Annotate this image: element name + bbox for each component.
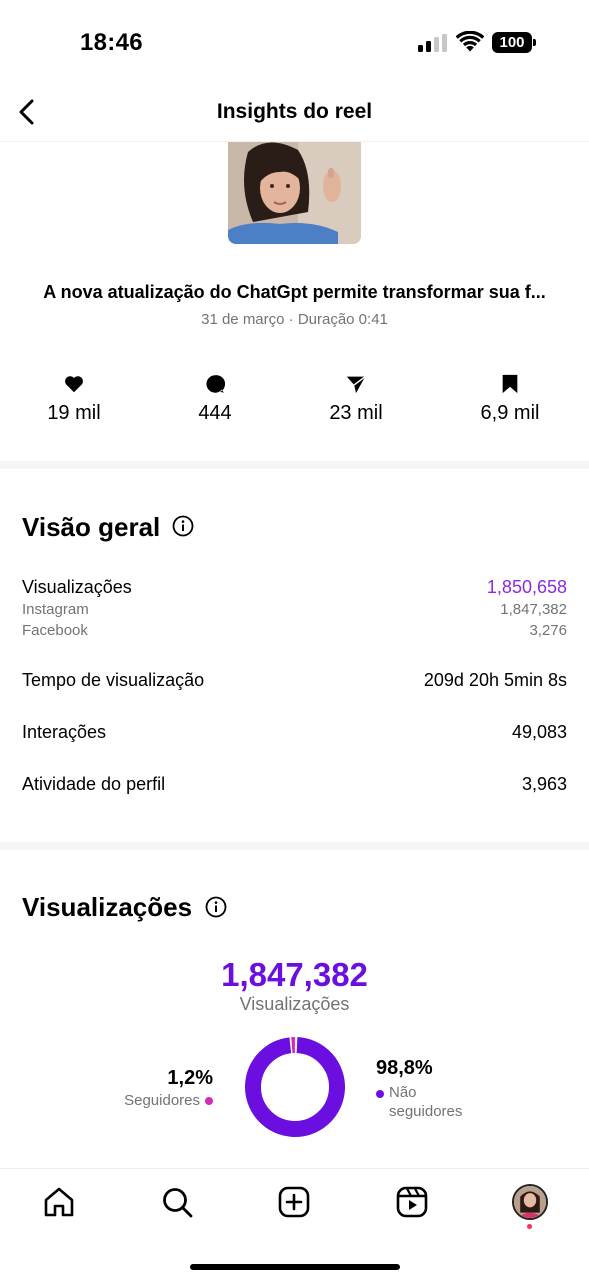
followers-donut-chart	[245, 1037, 345, 1137]
overview-title: Visão geral	[22, 512, 161, 542]
saves-stat: 6,9 mil	[455, 372, 565, 425]
section-divider	[0, 842, 589, 850]
watch-time-label: Tempo de visualização	[22, 670, 205, 690]
cellular-signal-icon	[418, 34, 448, 52]
reel-caption: A nova atualização do ChatGpt permite tr…	[43, 282, 546, 302]
saves-count: 6,9 mil	[480, 402, 540, 424]
reel-meta: 31 de março · Duração 0:41	[201, 311, 388, 328]
facebook-label: Facebook	[22, 622, 88, 639]
profile-activity-label[interactable]: Atividade do perfil	[22, 774, 165, 795]
notification-dot	[527, 1224, 532, 1229]
interactions-label[interactable]: Interações	[22, 722, 106, 743]
paper-plane-icon	[346, 376, 366, 394]
reel-thumbnail[interactable]	[228, 142, 361, 244]
battery-level: 100	[492, 32, 532, 53]
non-followers-label-line1: Não	[389, 1084, 417, 1101]
create-plus-icon[interactable]	[277, 1185, 311, 1219]
comments-stat: 444	[160, 372, 270, 425]
instagram-value: 1,847,382	[500, 601, 567, 618]
instagram-label: Instagram	[22, 601, 89, 618]
non-followers-percent: 98,8%	[376, 1057, 433, 1079]
bottom-tab-bar	[0, 1168, 589, 1280]
non-followers-legend: Não seguidores	[376, 1083, 462, 1121]
status-bar: 18:46 100	[0, 0, 589, 80]
non-followers-dot	[376, 1090, 384, 1098]
shares-stat: 23 mil	[301, 372, 411, 425]
followers-label: Seguidores	[124, 1092, 200, 1109]
views-total: 1,847,382	[221, 956, 368, 993]
followers-legend: Seguidores	[124, 1092, 213, 1109]
non-followers-label: Não seguidores	[389, 1083, 462, 1121]
search-icon[interactable]	[160, 1185, 194, 1219]
facebook-value: 3,276	[529, 622, 567, 639]
top-app-bar: Insights do reel	[0, 80, 589, 142]
comment-bubble-icon	[206, 375, 226, 393]
followers-percent: 1,2%	[167, 1067, 213, 1089]
page-title: Insights do reel	[216, 100, 373, 123]
likes-stat: 19 mil	[19, 372, 129, 425]
bookmark-icon	[502, 374, 518, 394]
info-circle-icon[interactable]	[205, 896, 227, 918]
battery-icon: 100	[492, 32, 536, 53]
views-label: Visualizações	[22, 577, 132, 597]
interactions-value: 49,083	[511, 722, 567, 742]
views-value: 1,850,658	[486, 577, 567, 597]
status-time: 18:46	[80, 29, 143, 56]
non-followers-label-line2: seguidores	[389, 1103, 463, 1120]
home-indicator	[190, 1264, 400, 1270]
likes-count: 19 mil	[47, 402, 101, 424]
section-divider	[0, 461, 589, 469]
info-circle-icon[interactable]	[172, 515, 194, 537]
profile-avatar[interactable]	[512, 1184, 548, 1220]
comments-count: 444	[198, 402, 232, 424]
views-section-title: Visualizações	[22, 892, 193, 922]
reels-icon[interactable]	[395, 1185, 429, 1219]
home-icon[interactable]	[42, 1185, 76, 1219]
non-followers-ring	[245, 1037, 345, 1137]
followers-dot	[205, 1096, 213, 1105]
heart-icon	[65, 376, 83, 393]
profile-activity-value: 3,963	[521, 774, 567, 794]
views-caption: Visualizações	[239, 994, 350, 1014]
wifi-icon	[456, 31, 484, 52]
shares-count: 23 mil	[329, 402, 383, 424]
watch-time-value: 209d 20h 5min 8s	[423, 670, 567, 690]
